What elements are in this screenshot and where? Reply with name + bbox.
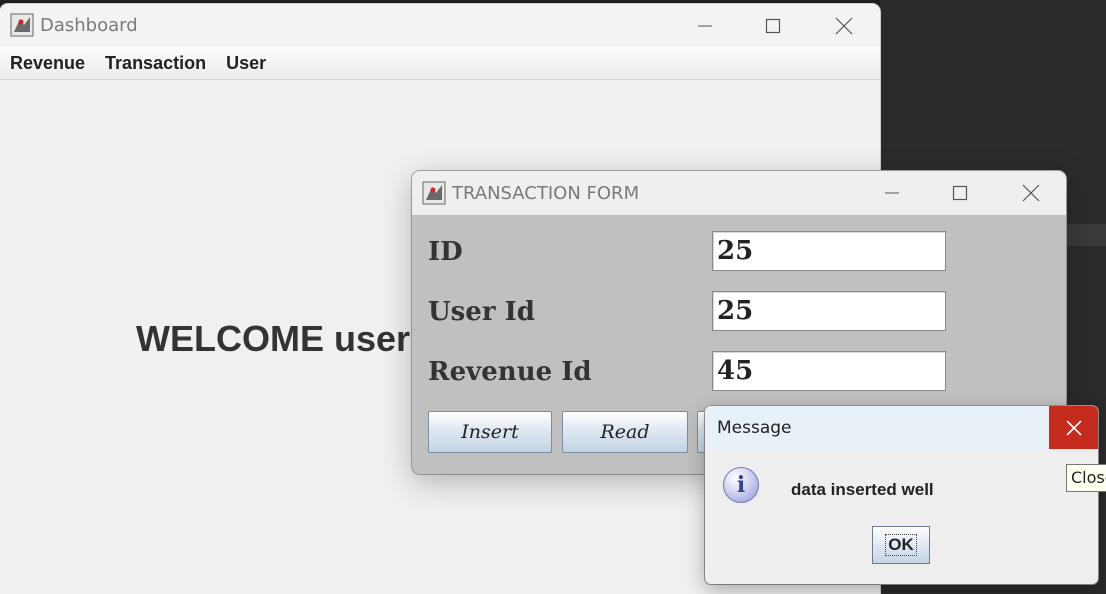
revenue-id-label: Revenue Id [428,357,592,387]
message-dialog-titlebar[interactable]: Message [705,406,1098,449]
insert-button[interactable]: Insert [428,411,552,453]
minimize-icon[interactable] [677,4,733,48]
user-id-field[interactable]: 25 [712,291,946,331]
message-dialog: Message i data inserted well OK [705,406,1098,584]
read-button[interactable]: Read [562,411,688,453]
message-dialog-title: Message [717,417,792,438]
close-icon[interactable] [816,4,872,48]
transaction-form-title: TRANSACTION FORM [452,182,640,204]
info-icon: i [723,467,759,503]
menu-bar: Revenue Transaction User [0,47,880,80]
user-id-label: User Id [428,297,535,327]
ok-button[interactable]: OK [872,526,930,564]
message-text: data inserted well [791,480,934,499]
dashboard-title: Dashboard [40,14,138,36]
transaction-form-titlebar[interactable]: TRANSACTION FORM [412,171,1066,215]
java-app-icon [422,181,446,205]
java-app-icon [10,13,34,37]
maximize-icon[interactable] [745,4,801,48]
minimize-icon[interactable] [864,171,920,215]
revenue-id-field[interactable]: 45 [712,351,946,391]
dashboard-titlebar[interactable]: Dashboard [0,4,880,46]
close-tooltip: Close [1066,464,1106,492]
close-icon[interactable] [1049,406,1098,449]
id-label: ID [428,237,463,267]
id-field[interactable]: 25 [712,231,946,271]
menu-revenue[interactable]: Revenue [10,53,85,74]
menu-transaction[interactable]: Transaction [105,53,206,74]
ok-button-label: OK [885,534,917,556]
close-icon[interactable] [1003,171,1059,215]
maximize-icon[interactable] [932,171,988,215]
welcome-heading: WELCOME user( [136,318,423,359]
menu-user[interactable]: User [226,53,266,74]
